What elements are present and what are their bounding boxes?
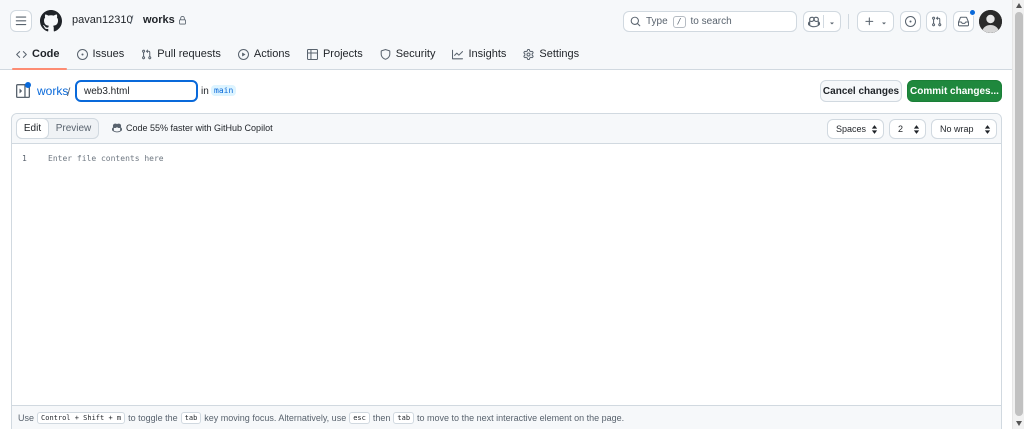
hint-text: then [372, 413, 391, 423]
hint-tab-key: tab [180, 412, 202, 424]
tab-actions[interactable]: Actions [236, 44, 299, 64]
menu-button[interactable] [10, 10, 32, 32]
inbox-icon [958, 16, 969, 27]
filename-input[interactable] [75, 80, 198, 102]
tab-insights[interactable]: Insights [450, 44, 515, 64]
repo-nav-tabs: Code Issues Pull requests Actions Projec… [12, 44, 594, 70]
notification-indicator [969, 9, 976, 16]
github-logo-icon[interactable] [40, 10, 62, 32]
issues-button[interactable] [900, 11, 921, 32]
line-number: 1 [22, 154, 27, 163]
page-scrollbar[interactable] [1012, 0, 1024, 429]
code-icon [16, 50, 27, 58]
indent-size-value: 2 [898, 124, 904, 134]
keyboard-hint-bar: Use Control + Shift + m to toggle the ta… [12, 405, 1001, 429]
edit-tab[interactable]: Edit [16, 118, 49, 139]
tab-settings[interactable]: Settings [521, 44, 588, 64]
create-new-button[interactable] [857, 11, 894, 32]
hint-esc-key: esc [349, 412, 370, 424]
search-input[interactable]: Type / to search [623, 11, 797, 32]
editor-toolbar: Edit Preview Code 55% faster with GitHub… [12, 114, 1001, 144]
tab-label: Actions [253, 48, 290, 60]
chevron-down-icon [882, 22, 886, 25]
branch-in-label: in [201, 86, 209, 97]
graph-icon [452, 49, 464, 59]
preview-tab[interactable]: Preview [49, 119, 98, 138]
select-arrows-icon [913, 125, 920, 134]
issue-icon [76, 48, 88, 60]
tab-issues[interactable]: Issues [75, 44, 134, 64]
gear-icon [523, 48, 534, 60]
select-arrows-icon [871, 125, 878, 134]
path-separator: / [67, 85, 71, 99]
play-icon [237, 48, 249, 60]
tab-label: Code [32, 48, 60, 60]
search-placeholder-suffix: to search [690, 16, 732, 27]
repo-link[interactable]: works [37, 84, 68, 98]
copilot-button[interactable] [803, 11, 841, 32]
chevron-down-icon [830, 22, 834, 25]
copilot-icon [112, 123, 122, 133]
breadcrumb-owner[interactable]: pavan12310 [72, 14, 133, 26]
hint-text: to toggle the [128, 413, 178, 423]
breadcrumb-repo-label[interactable]: works [143, 14, 175, 26]
tab-security[interactable]: Security [378, 44, 445, 64]
plus-icon [865, 17, 874, 26]
breadcrumb-repo[interactable]: works [143, 14, 187, 26]
hamburger-icon [15, 16, 27, 26]
copilot-icon [808, 16, 820, 28]
tab-code[interactable]: Code [12, 44, 69, 70]
tab-label: Projects [322, 48, 363, 60]
commit-changes-button[interactable]: Commit changes... [907, 80, 1002, 102]
hint-tab-key: tab [393, 412, 415, 424]
edit-preview-toggle: Edit Preview [16, 118, 99, 139]
tab-label: Insights [468, 48, 507, 60]
shield-icon [380, 48, 391, 60]
scrollbar-thumb[interactable] [1015, 12, 1023, 416]
pull-request-icon [142, 48, 152, 59]
tab-pull-requests[interactable]: Pull requests [139, 44, 230, 64]
hint-text: to move to the next interactive element … [417, 413, 625, 423]
scroll-up-arrow-icon[interactable] [1016, 3, 1022, 8]
scroll-down-arrow-icon[interactable] [1016, 421, 1022, 426]
cancel-changes-button[interactable]: Cancel changes [820, 80, 902, 102]
copilot-promo-label: Code 55% faster with GitHub Copilot [126, 123, 273, 133]
issue-icon [905, 16, 916, 27]
search-icon [630, 16, 641, 27]
wrap-mode-select[interactable]: No wrap [931, 119, 997, 139]
tab-label: Pull requests [157, 48, 221, 60]
user-avatar-icon [979, 10, 1002, 33]
copilot-promo[interactable]: Code 55% faster with GitHub Copilot [112, 123, 273, 133]
avatar[interactable] [979, 10, 1002, 33]
branch-name-badge: main [211, 85, 237, 96]
breadcrumb-separator: / [130, 13, 134, 27]
search-placeholder-prefix: Type [646, 16, 668, 27]
pull-request-icon [932, 16, 942, 27]
indent-size-select[interactable]: 2 [889, 119, 926, 139]
lock-icon [178, 15, 186, 24]
header-divider [848, 14, 849, 29]
pull-requests-button[interactable] [926, 11, 947, 32]
tab-label: Security [395, 48, 436, 60]
hint-shortcut-key: Control + Shift + m [37, 412, 126, 424]
tab-label: Issues [92, 48, 125, 60]
hint-text: Use [18, 413, 35, 423]
file-tree-indicator [25, 82, 31, 88]
app-header: pavan12310 / works Type / to search Code… [0, 0, 1012, 70]
file-editor: Edit Preview Code 55% faster with GitHub… [11, 113, 1002, 429]
tab-projects[interactable]: Projects [305, 44, 372, 64]
wrap-mode-value: No wrap [940, 124, 974, 134]
search-shortcut-key: / [672, 15, 686, 28]
indent-mode-select[interactable]: Spaces [827, 119, 884, 139]
indent-mode-value: Spaces [836, 124, 867, 134]
hint-text: key moving focus. Alternatively, use [204, 413, 347, 423]
tab-label: Settings [539, 48, 580, 60]
code-editor-area[interactable]: Enter file contents here [48, 154, 164, 163]
copilot-split-divider [823, 15, 824, 28]
table-icon [306, 48, 318, 60]
select-arrows-icon [984, 125, 991, 134]
